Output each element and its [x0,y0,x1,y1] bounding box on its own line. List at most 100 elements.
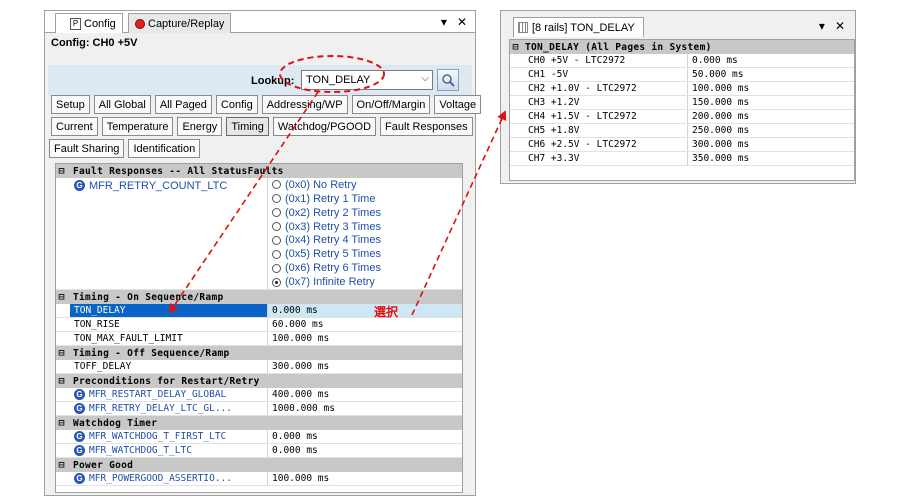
collapse-icon[interactable]: ⊟ [510,42,521,53]
watchdog-name[interactable]: G MFR_WATCHDOG_T_LTC [70,444,268,457]
energy-button[interactable]: Energy [177,117,223,136]
radio-option[interactable]: (0x3) Retry 3 Times [272,220,381,234]
retry-delay-row[interactable]: G MFR_RETRY_DELAY_LTC_GL... 1000.000 ms [56,402,462,416]
restart-delay-name[interactable]: G MFR_RESTART_DELAY_GLOBAL [70,388,268,401]
rail-row[interactable]: CH0 +5V - LTC2972 0.000 ms [510,54,854,68]
config-button[interactable]: Config [215,95,258,114]
rail-row[interactable]: CH1 -5V 50.000 ms [510,68,854,82]
ton-delay-value[interactable]: 0.000 ms [268,304,462,317]
collapse-icon[interactable]: ⊟ [56,418,67,429]
radio-option[interactable]: (0x5) Retry 5 Times [272,247,381,261]
ton-rise-row[interactable]: TON_RISE 60.000 ms [56,318,462,332]
radio-button-checked[interactable] [272,277,281,287]
radio-button[interactable] [272,222,281,232]
ton-max-fault-name[interactable]: TON_MAX_FAULT_LIMIT [70,332,268,345]
fault-responses-button[interactable]: Fault Responses [380,117,473,136]
identification-button[interactable]: Identification [128,139,201,158]
rail-value[interactable]: 250.000 ms [688,124,854,137]
rail-value[interactable]: 150.000 ms [688,96,854,109]
toff-delay-value[interactable]: 300.000 ms [268,360,329,373]
radio-option[interactable]: (0x6) Retry 6 Times [272,261,381,275]
addressing-wp-button[interactable]: Addressing/WP [261,95,348,114]
radio-option[interactable]: (0x1) Retry 1 Time [272,192,375,206]
restart-delay-value[interactable]: 400.000 ms [268,388,329,401]
section-timing-on[interactable]: ⊟ Timing - On Sequence/Ramp [56,290,462,304]
rail-value[interactable]: 200.000 ms [688,110,854,123]
collapse-icon[interactable]: ⊟ [56,460,67,471]
close-icon[interactable]: ✕ [835,19,845,33]
toff-delay-name[interactable]: TOFF_DELAY [70,360,268,373]
chevron-down-icon[interactable]: ⌵ [421,73,429,84]
ton-max-fault-row[interactable]: TON_MAX_FAULT_LIMIT 100.000 ms [56,332,462,346]
dropdown-icon[interactable]: ▾ [441,15,447,29]
radio-button[interactable] [272,208,281,218]
section-timing-off[interactable]: ⊟ Timing - Off Sequence/Ramp [56,346,462,360]
rail-value[interactable]: 100.000 ms [688,82,854,95]
lookup-search-button[interactable] [437,69,459,91]
on-off-margin-button[interactable]: On/Off/Margin [351,95,431,114]
watchdog-first-name[interactable]: G MFR_WATCHDOG_T_FIRST_LTC [70,430,268,443]
rail-row[interactable]: CH6 +2.5V - LTC2972 300.000 ms [510,138,854,152]
ton-max-fault-value[interactable]: 100.000 ms [268,332,329,345]
collapse-icon[interactable]: ⊟ [56,292,67,303]
watchdog-first-row[interactable]: G MFR_WATCHDOG_T_FIRST_LTC 0.000 ms [56,430,462,444]
all-paged-button[interactable]: All Paged [154,95,212,114]
current-button[interactable]: Current [51,117,98,136]
rail-row[interactable]: CH3 +1.2V 150.000 ms [510,96,854,110]
retry-count-name[interactable]: G MFR_RETRY_COUNT_LTC [70,178,268,289]
ton-delay-row[interactable]: TON_DELAY 0.000 ms [56,304,462,318]
section-fault-responses[interactable]: ⊟ Fault Responses -- All StatusFaults [56,164,462,178]
section-watchdog[interactable]: ⊟ Watchdog Timer [56,416,462,430]
powergood-row[interactable]: G MFR_POWERGOOD_ASSERTIO... 100.000 ms [56,472,462,486]
watchdog-pgood-button[interactable]: Watchdog/PGOOD [272,117,377,136]
temperature-button[interactable]: Temperature [101,117,174,136]
radio-button[interactable] [272,194,281,204]
radio-option[interactable]: (0x2) Retry 2 Times [272,206,381,220]
tab-capture-replay[interactable]: Capture/Replay [128,13,232,33]
section-ton-delay-all[interactable]: ⊟ TON_DELAY (All Pages in System) [510,40,854,54]
ton-rise-name[interactable]: TON_RISE [70,318,268,331]
dropdown-icon[interactable]: ▾ [819,19,825,33]
restart-delay-row[interactable]: G MFR_RESTART_DELAY_GLOBAL 400.000 ms [56,388,462,402]
toff-delay-row[interactable]: TOFF_DELAY 300.000 ms [56,360,462,374]
radio-button[interactable] [272,235,281,245]
watchdog-first-value[interactable]: 0.000 ms [268,430,318,443]
ton-delay-name[interactable]: TON_DELAY [70,304,268,317]
collapse-icon[interactable]: ⊟ [56,348,67,359]
lookup-combobox[interactable]: TON_DELAY ⌵ [301,70,433,90]
rail-row[interactable]: CH5 +1.8V 250.000 ms [510,124,854,138]
all-global-button[interactable]: All Global [93,95,151,114]
section-preconditions[interactable]: ⊟ Preconditions for Restart/Retry [56,374,462,388]
ton-rise-value[interactable]: 60.000 ms [268,318,323,331]
rail-value[interactable]: 300.000 ms [688,138,854,151]
collapse-icon[interactable]: ⊟ [56,166,67,177]
tab-rails-ton-delay[interactable]: [8 rails] TON_DELAY [513,17,644,37]
fault-sharing-button[interactable]: Fault Sharing [49,139,125,158]
retry-delay-name[interactable]: G MFR_RETRY_DELAY_LTC_GL... [70,402,268,415]
rail-row[interactable]: CH7 +3.3V 350.000 ms [510,152,854,166]
watchdog-row[interactable]: G MFR_WATCHDOG_T_LTC 0.000 ms [56,444,462,458]
radio-option[interactable]: (0x0) No Retry [272,178,357,192]
radio-button[interactable] [272,263,281,273]
rail-row[interactable]: CH2 +1.0V - LTC2972 100.000 ms [510,82,854,96]
retry-delay-value[interactable]: 1000.000 ms [268,402,335,415]
radio-button[interactable] [272,180,281,190]
voltage-button[interactable]: Voltage [434,95,482,114]
collapse-icon[interactable]: ⊟ [56,376,67,387]
radio-option[interactable]: (0x7) Infinite Retry [272,275,375,289]
rail-value[interactable]: 350.000 ms [688,152,854,165]
radio-option[interactable]: (0x4) Retry 4 Times [272,234,381,248]
rail-row[interactable]: CH4 +1.5V - LTC2972 200.000 ms [510,110,854,124]
timing-button[interactable]: Timing [226,117,269,136]
rail-value[interactable]: 0.000 ms [688,54,854,67]
global-g-icon: G [74,473,85,484]
powergood-name[interactable]: G MFR_POWERGOOD_ASSERTIO... [70,472,268,485]
powergood-value[interactable]: 100.000 ms [268,472,329,485]
rail-value[interactable]: 50.000 ms [688,68,854,81]
setup-button[interactable]: Setup [51,95,90,114]
tab-config[interactable]: P Config [55,13,123,33]
radio-button[interactable] [272,249,281,259]
watchdog-value[interactable]: 0.000 ms [268,444,318,457]
close-icon[interactable]: ✕ [457,15,467,29]
section-power-good[interactable]: ⊟ Power Good [56,458,462,472]
